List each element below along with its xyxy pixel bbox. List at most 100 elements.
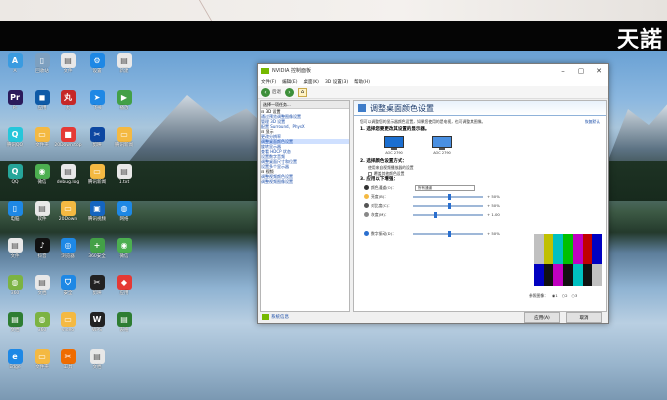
adjustment-icon <box>364 203 369 208</box>
desktop-icon[interactable]: ■ 20Down.top <box>54 127 82 148</box>
app-icon: + <box>89 238 105 253</box>
desktop-icon[interactable]: ✂ 工具 <box>56 349 80 370</box>
desktop-icon-label: WPS <box>91 328 103 333</box>
slider-thumb[interactable] <box>448 193 451 200</box>
system-info-link[interactable]: 系统信息 <box>262 314 289 320</box>
desktop-icon[interactable]: ▤ 文档 <box>30 275 54 296</box>
digital-vibrance-slider[interactable] <box>413 230 483 237</box>
minimize-button[interactable]: – <box>554 67 572 75</box>
monitor-2[interactable]: AOC 2790 <box>432 136 452 155</box>
menu-item[interactable]: 3D 设置(3) <box>325 79 348 85</box>
app-icon: ◎ <box>60 238 76 253</box>
menu-item[interactable]: 文件(F) <box>261 79 276 85</box>
forward-arrow-icon[interactable]: › <box>285 87 294 97</box>
desktop-icon[interactable]: ▯ 回收站 <box>30 53 54 74</box>
desktop-icon[interactable]: ▭ 文件夹 <box>30 127 54 148</box>
desktop-icon[interactable]: ▭ video <box>56 312 80 333</box>
desktop-icon[interactable]: ▤ 文档 <box>85 349 109 370</box>
override-checkbox[interactable] <box>368 172 372 176</box>
desktop-icon[interactable]: ⚙ 设置 <box>85 53 109 74</box>
desktop-icon-label: 表格 <box>119 328 129 333</box>
desktop-icon[interactable]: ▤ debug.log <box>56 164 80 185</box>
desktop-icon[interactable]: ▶ 播放 <box>112 90 136 111</box>
desktop-icon[interactable]: ◎ 浏览器 <box>56 238 80 259</box>
app-icon: ▤ <box>89 349 105 364</box>
desktop-icon[interactable]: ◉ 微信 <box>112 238 136 259</box>
window-title: NVIDIA 控制面板 <box>272 68 311 74</box>
menu-item[interactable]: 帮助(H) <box>354 79 370 85</box>
desktop-icon-label: 文件 <box>10 254 20 259</box>
apply-button[interactable]: 应用(A) <box>524 312 560 323</box>
desktop-icon[interactable]: ♪ 抖音 <box>30 238 54 259</box>
app-icon: Pr <box>7 90 23 105</box>
desktop-icon[interactable]: ▤ 表格 <box>112 312 136 333</box>
desktop-icon[interactable]: ◍ 360 <box>3 275 27 296</box>
maximize-button[interactable]: ▢ <box>572 67 590 75</box>
restore-defaults-link[interactable]: 恢复默认 <box>585 119 600 124</box>
desktop-icon[interactable]: ◍ 360 <box>30 312 54 333</box>
adjustment-slider[interactable] <box>413 211 483 218</box>
desktop-icon[interactable]: ➤ 飞书 <box>85 90 109 111</box>
desktop-icon-label: 文档 <box>92 365 102 370</box>
desktop-icon[interactable]: ▭ 腾讯新闻 <box>85 164 109 185</box>
desktop-icon[interactable]: ▤ 软件 <box>30 201 54 222</box>
desktop-icon[interactable]: ✂ 剪映 <box>85 275 109 296</box>
adjustment-icon <box>364 194 369 199</box>
reference-image-options: 参照图像： ◉1 ○2 ○3 <box>529 293 577 299</box>
desktop-icon[interactable]: ◼ 应用 <box>30 90 54 111</box>
desktop-icon[interactable]: ▤ 新建 <box>112 53 136 74</box>
menu-item[interactable]: 编辑(E) <box>282 79 297 85</box>
desktop-icon[interactable]: ✂ 剪映 <box>85 127 109 148</box>
slider-thumb[interactable] <box>448 202 451 209</box>
desktop-icon[interactable]: e Edge <box>3 349 27 370</box>
toolbar: ‹ 后退 › ⌂ <box>258 86 608 99</box>
tree-link[interactable]: 调整视频图像设置 <box>261 179 349 184</box>
color-channel-select[interactable]: 所有通道 <box>415 184 475 191</box>
desktop-icon[interactable]: +360安全 <box>85 238 109 259</box>
home-icon[interactable]: ⌂ <box>298 87 307 97</box>
desktop-icon[interactable]: W WPS <box>85 312 109 333</box>
ref-option-1[interactable]: ◉1 <box>552 293 558 299</box>
desktop-icon[interactable]: ▤ 文件 <box>3 238 27 259</box>
nvidia-control-panel-window: NVIDIA 控制面板 – ▢ ✕ 文件(F) 编辑(E) 桌面(K) 3D 设置(3… <box>257 63 609 324</box>
desktop-icon[interactable]: Pr Pr <box>3 90 27 111</box>
desktop-icon[interactable]: ◉ 微信 <box>30 164 54 185</box>
desktop-icon-label: A <box>13 69 17 74</box>
menu-item[interactable]: 桌面(K) <box>303 79 318 85</box>
monitor-1[interactable]: AOC 2790 <box>384 136 404 155</box>
app-icon: ▤ <box>34 275 50 290</box>
page-header: 调整桌面颜色设置 <box>354 101 606 116</box>
adjustment-slider[interactable] <box>413 202 483 209</box>
desktop-icon[interactable]: ◆ 应用 <box>112 275 136 296</box>
desktop-icon-label: 360 <box>37 328 47 333</box>
ref-option-3[interactable]: ○3 <box>571 293 577 299</box>
desktop-icon[interactable]: 丸丸 <box>56 90 80 111</box>
app-icon: 丸 <box>60 90 76 105</box>
desktop-icon[interactable]: AA <box>3 53 27 74</box>
adjustment-slider[interactable] <box>413 193 483 200</box>
slider-thumb[interactable] <box>434 211 437 218</box>
desktop-icon[interactable]: ◍ 网络 <box>112 201 136 222</box>
close-button[interactable]: ✕ <box>590 67 608 75</box>
desktop-icon[interactable]: ▣ 腾讯视频 <box>85 201 109 222</box>
desktop-icon-label: 文件夹 <box>35 143 49 148</box>
ref-option-2[interactable]: ○2 <box>562 293 568 299</box>
desktop-icon[interactable]: ▭ 20Down <box>56 201 80 222</box>
desktop-icon[interactable]: Q 腾讯QQ <box>3 127 27 148</box>
desktop-icon[interactable]: ⛉ 安全 <box>56 275 80 296</box>
task-tree-pane: 选择一项任务... ⊟ 3D 设置 通过预览调整图像设置 管理 3D 设置 配置… <box>260 100 350 312</box>
app-icon: ▭ <box>34 349 50 364</box>
desktop-icon[interactable]: ▤ 1.txt <box>112 164 136 185</box>
back-arrow-icon[interactable]: ‹ <box>261 87 270 97</box>
desktop-icon[interactable]: ▯ 电脑 <box>3 201 27 222</box>
back-button-label[interactable]: 后退 <box>272 89 281 95</box>
cancel-button[interactable]: 取消 <box>566 312 602 323</box>
desktop-icon[interactable]: ▭ 文件夹 <box>30 349 54 370</box>
app-icon: ▭ <box>60 312 76 327</box>
desktop-icon[interactable]: ▭ 腾讯新闻 <box>112 127 136 148</box>
desktop-icon[interactable]: Q QQ <box>3 164 27 185</box>
desktop-icon[interactable]: ▤ 文档 <box>3 312 27 333</box>
desktop-icon[interactable]: ▤ 文件 <box>56 53 80 74</box>
reference-color-bars <box>534 234 603 286</box>
top-black-bar <box>0 21 667 51</box>
